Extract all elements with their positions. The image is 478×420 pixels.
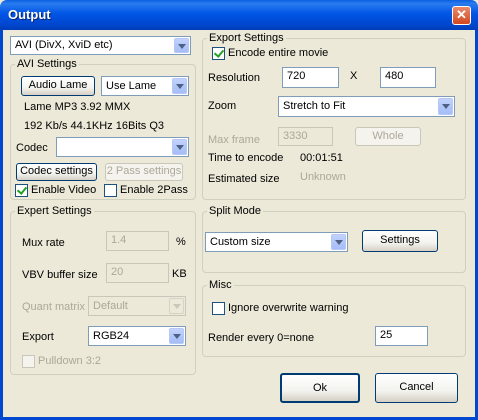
export-format-label: Export (22, 331, 54, 343)
format-select-value: AVI (DivX, XviD etc) (15, 39, 113, 51)
audio-lame-button[interactable]: Audio Lame (21, 76, 95, 96)
export-settings-legend: Export Settings (209, 32, 284, 44)
misc-legend: Misc (209, 279, 232, 291)
chevron-down-icon[interactable] (331, 234, 346, 250)
resolution-label: Resolution (208, 72, 260, 84)
audio-mode-value: Use Lame (106, 80, 157, 92)
whole-button[interactable]: Whole (355, 127, 421, 146)
pulldown-label[interactable]: Pulldown 3:2 (38, 355, 101, 367)
max-frame-label: Max frame (208, 134, 260, 146)
chevron-down-icon[interactable] (169, 298, 184, 314)
quant-matrix-label: Quant matrix (22, 301, 85, 313)
audio-info-codec: Lame MP3 3.92 MMX (24, 101, 131, 113)
height-input[interactable]: 480 (380, 67, 436, 88)
chevron-down-icon[interactable] (172, 78, 187, 94)
export-format-select[interactable]: RGB24 (88, 326, 186, 346)
audio-mode-select[interactable]: Use Lame (101, 76, 189, 96)
encode-entire-label[interactable]: Encode entire movie (228, 47, 328, 59)
time-to-encode-value: 00:01:51 (300, 152, 343, 164)
estimated-size-value: Unknown (300, 171, 346, 183)
resolution-x-label: X (350, 70, 358, 82)
max-frame-input[interactable]: 3330 (278, 127, 333, 146)
render-every-input[interactable]: 25 (375, 326, 428, 346)
title-bar[interactable]: Output ✕ (0, 0, 478, 30)
codec-select[interactable] (56, 137, 189, 157)
zoom-select[interactable]: Stretch to Fit (278, 96, 455, 117)
codec-settings-button[interactable]: Codec settings (16, 163, 97, 181)
encode-entire-checkbox[interactable] (212, 47, 225, 60)
format-select[interactable]: AVI (DivX, XviD etc) (10, 36, 191, 55)
mux-rate-unit: % (176, 236, 186, 248)
ignore-overwrite-checkbox[interactable] (212, 302, 225, 315)
two-pass-settings-button[interactable]: 2 Pass settings (105, 163, 183, 181)
vbv-buffer-label: VBV buffer size (22, 269, 98, 281)
zoom-select-value: Stretch to Fit (283, 100, 346, 112)
vbv-buffer-unit: KB (172, 268, 187, 280)
ignore-overwrite-label[interactable]: Ignore overwrite warning (228, 302, 348, 314)
time-to-encode-label: Time to encode (208, 152, 284, 164)
enable-video-checkbox[interactable] (15, 184, 28, 197)
close-icon: ✕ (456, 7, 467, 22)
chevron-down-icon[interactable] (174, 38, 189, 53)
quant-matrix-value: Default (93, 300, 128, 312)
enable-video-label[interactable]: Enable Video (31, 184, 96, 196)
split-settings-button[interactable]: Settings (362, 230, 438, 252)
zoom-label: Zoom (208, 100, 237, 112)
expert-settings-legend: Expert Settings (17, 205, 92, 217)
audio-info-bitrate: 192 Kb/s 44.1KHz 16Bits Q3 (24, 120, 165, 132)
avi-settings-legend: AVI Settings (17, 58, 77, 70)
estimated-size-label: Estimated size (208, 173, 280, 185)
quant-matrix-select[interactable]: Default (88, 296, 186, 316)
window-title: Output (8, 7, 51, 22)
export-format-value: RGB24 (93, 330, 130, 342)
enable-2pass-label[interactable]: Enable 2Pass (120, 184, 188, 196)
ok-button[interactable]: Ok (280, 373, 360, 403)
mux-rate-label: Mux rate (22, 237, 65, 249)
mux-rate-input[interactable]: 1.4 (106, 231, 169, 251)
render-every-label: Render every 0=none (208, 332, 315, 344)
split-mode-value: Custom size (210, 236, 271, 248)
pulldown-checkbox[interactable] (22, 355, 35, 368)
cancel-button[interactable]: Cancel (375, 373, 458, 403)
split-mode-select[interactable]: Custom size (205, 232, 348, 252)
codec-label: Codec (16, 142, 48, 154)
close-button[interactable]: ✕ (452, 6, 471, 25)
width-input[interactable]: 720 (282, 67, 339, 88)
chevron-down-icon[interactable] (438, 98, 453, 115)
split-mode-legend: Split Mode (209, 205, 261, 217)
vbv-buffer-input[interactable]: 20 (106, 263, 169, 283)
enable-2pass-checkbox[interactable] (104, 184, 117, 197)
chevron-down-icon[interactable] (172, 139, 187, 155)
chevron-down-icon[interactable] (169, 328, 184, 344)
